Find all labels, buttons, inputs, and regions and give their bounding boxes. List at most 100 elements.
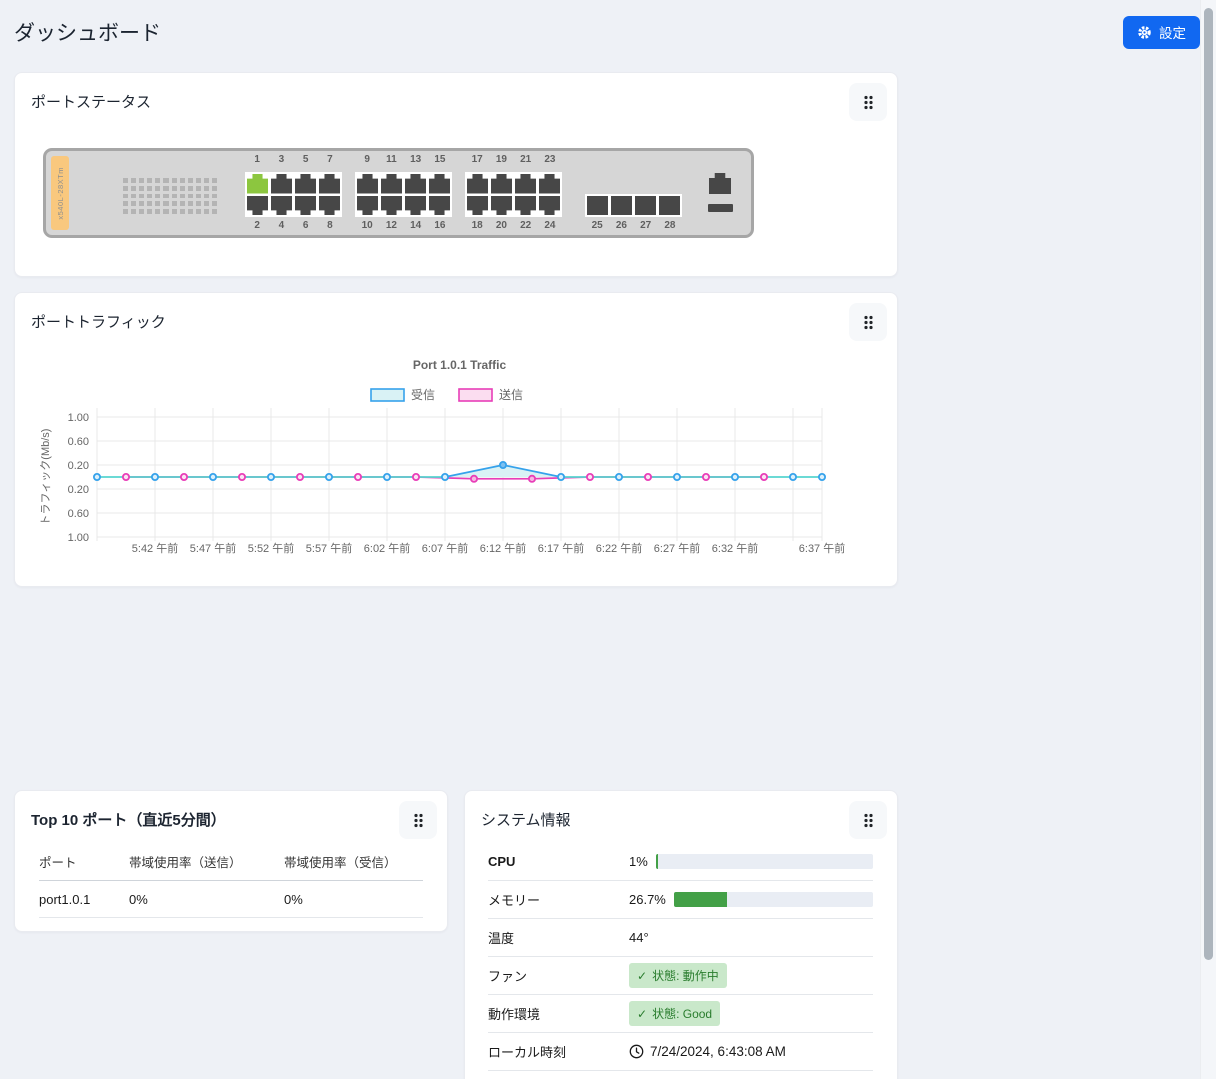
table-row: port1.0.1 0% 0%	[39, 881, 423, 918]
vent-hole	[131, 209, 137, 214]
send-data-point	[644, 472, 653, 481]
system-row-environment: 動作環境 ✓ 状態: Good	[488, 995, 873, 1033]
legend-item-receive[interactable]: 受信	[370, 388, 435, 402]
port-number-1: 1	[254, 154, 260, 165]
port-number-4: 4	[278, 220, 285, 231]
port-number-2: 2	[254, 220, 260, 231]
port-14	[405, 195, 426, 215]
drag-handle[interactable]	[849, 801, 887, 839]
port-number-row: 9 11 13 15	[355, 154, 452, 165]
gear-icon	[1138, 25, 1151, 39]
vent-hole	[131, 185, 137, 191]
port-strip	[355, 172, 452, 217]
vent-hole	[179, 201, 185, 207]
port-27	[635, 196, 656, 215]
fan-label: ファン	[488, 969, 528, 984]
y-tick-label: 0.60	[68, 436, 89, 448]
port-number-8: 8	[327, 220, 333, 231]
vent-hole	[179, 178, 185, 183]
port-number-7: 7	[327, 154, 333, 165]
receive-data-point	[208, 472, 217, 481]
port-traffic-title: ポートトラフィック	[31, 314, 166, 331]
vent-hole	[171, 185, 177, 191]
top10-table: ポート 帯域使用率（送信） 帯域使用率（受信） port1.0.1 0% 0%	[39, 843, 423, 918]
x-tick-label: 5:47 午前	[190, 541, 236, 555]
memory-label: メモリー	[488, 893, 541, 908]
x-tick-label: 6:07 午前	[422, 541, 468, 555]
port-status-panel: ポートステータス x540L-28XTm 1 3 5 7 2 4 6 8 9 11 13 15 10 12…	[14, 72, 898, 277]
column-header-port: ポート	[39, 856, 77, 870]
drag-handle[interactable]	[849, 303, 887, 341]
send-data-point	[122, 472, 131, 481]
x-tick-label: 6:22 午前	[596, 541, 642, 555]
vent-hole	[163, 185, 169, 191]
port-group: 1 3 5 7 2 4 6 8	[245, 151, 342, 235]
system-row-memory: メモリー 26.7%	[488, 881, 873, 919]
send-data-point	[179, 472, 188, 481]
receive-data-point	[498, 461, 507, 470]
port-number-25: 25	[591, 220, 603, 231]
switch-model-label: x540L-28XTm	[51, 156, 69, 230]
scrollbar-track[interactable]	[1200, 0, 1216, 1079]
switch-vents	[123, 178, 217, 214]
vent-hole	[163, 209, 169, 214]
port-number-23: 23	[544, 154, 556, 165]
page-title: ダッシュボード	[14, 22, 161, 45]
vent-hole	[155, 201, 161, 207]
chart-title: Port 1.0.1 Traffic	[413, 358, 507, 372]
receive-data-point	[789, 472, 798, 481]
port-15	[429, 174, 450, 194]
environment-status-badge: ✓ 状態: Good	[629, 1001, 721, 1026]
cell-rx: 0%	[284, 891, 303, 907]
port-number-6: 6	[302, 220, 309, 231]
vent-hole	[187, 193, 193, 199]
x-tick-label: 6:32 午前	[712, 541, 758, 555]
drag-handle[interactable]	[849, 83, 887, 121]
port-number-17: 17	[471, 154, 483, 165]
port-number-14: 14	[410, 220, 422, 231]
memory-usage-bar	[673, 892, 873, 907]
drag-handle[interactable]	[399, 801, 437, 839]
vent-hole	[195, 209, 201, 214]
port-number-row: 18 20 22 24	[465, 220, 562, 231]
local-time-value: 7/24/2024, 6:43:08 AM	[650, 1044, 786, 1059]
vent-hole	[211, 185, 217, 191]
vent-hole	[187, 178, 193, 183]
settings-button[interactable]: 設定	[1123, 15, 1200, 49]
vent-hole	[171, 209, 177, 214]
vent-hole	[179, 185, 185, 191]
port-9	[357, 174, 378, 194]
vent-hole	[123, 178, 129, 183]
local-time-label: ローカル時刻	[488, 1045, 567, 1060]
port-number-24: 24	[544, 220, 556, 231]
scrollbar-thumb[interactable]	[1204, 8, 1213, 960]
receive-data-point	[440, 472, 449, 481]
send-data-point	[237, 472, 246, 481]
port-number-10: 10	[361, 220, 373, 231]
port-number-13: 13	[410, 154, 422, 165]
port-strip	[245, 172, 342, 217]
fan-status-text: 状態: 動作中	[652, 969, 719, 983]
system-row-fan: ファン ✓ 状態: 動作中	[488, 957, 873, 995]
legend-item-send[interactable]: 送信	[458, 387, 523, 402]
vent-hole	[203, 178, 209, 183]
receive-data-point	[382, 472, 391, 481]
vent-hole	[171, 193, 177, 199]
port-number-26: 26	[615, 220, 627, 231]
y-tick-label: 1.00	[68, 412, 89, 424]
send-data-point	[411, 472, 420, 481]
vent-hole	[187, 185, 193, 191]
port-number-row: 25 26 27 28	[585, 220, 682, 231]
cpu-label: CPU	[488, 854, 516, 869]
system-row-temperature: 温度 44°	[488, 919, 873, 957]
port-21	[515, 174, 536, 194]
vent-hole	[163, 178, 169, 183]
page-header: ダッシュボード 設定	[14, 0, 1200, 64]
top10-ports-panel: Top 10 ポート（直近5分間） ポート 帯域使用率（送信） 帯域使用率（受信…	[14, 790, 448, 932]
port-number-22: 22	[520, 220, 532, 231]
vent-hole	[131, 201, 137, 207]
vent-hole	[123, 209, 129, 214]
port-6	[295, 195, 316, 215]
port-23	[539, 174, 560, 194]
port-traffic-chart[interactable]: 1.00 0.60 0.20 0.20 0.60 1.00 5:42 午前 5:47 午前 5:…	[15, 345, 899, 580]
